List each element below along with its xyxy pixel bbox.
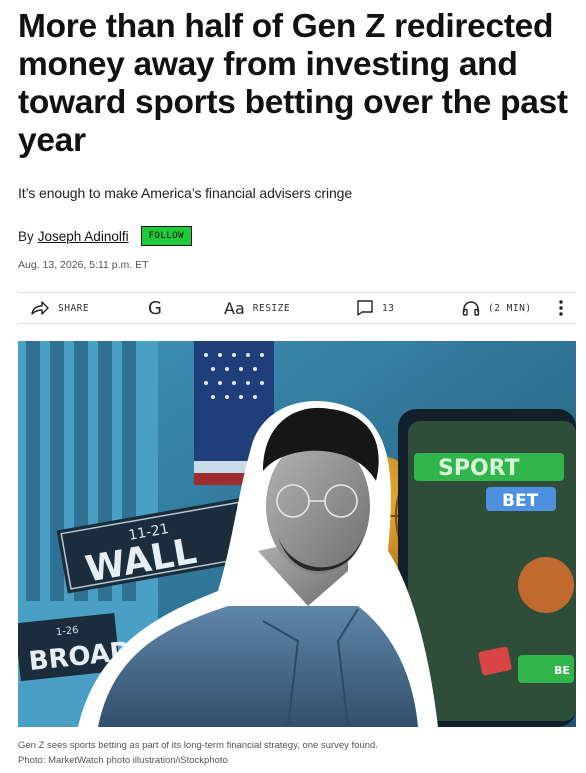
caption-text: Gen Z sees sports betting as part of its… — [18, 740, 378, 751]
more-options-button[interactable] — [556, 293, 566, 323]
phone-text-bet: BET — [502, 491, 539, 511]
comment-icon — [356, 299, 374, 317]
more-vertical-icon — [559, 300, 563, 316]
image-caption: Gen Z sees sports betting as part of its… — [18, 738, 378, 768]
listen-duration: (2 MIN) — [488, 302, 532, 314]
text-size-icon: Aa — [224, 298, 245, 318]
share-icon — [30, 300, 50, 316]
follow-button[interactable]: FOLLOW — [140, 226, 193, 246]
phone-text-sport: SPORT — [438, 456, 520, 481]
share-button[interactable]: SHARE — [30, 293, 89, 323]
phone-text-be: BE — [554, 664, 570, 677]
google-preferred-button[interactable]: G — [148, 293, 162, 323]
headphones-icon — [462, 300, 480, 316]
article-headline: More than half of Gen Z redirected money… — [18, 8, 568, 159]
caption-credit: Photo: MarketWatch photo illustration/iS… — [18, 755, 228, 766]
publish-timestamp: Aug. 13, 2026, 5:11 p.m. ET — [18, 259, 149, 271]
resize-label: RESIZE — [252, 302, 291, 314]
comments-count: 13 — [382, 302, 395, 314]
resize-button[interactable]: Aa RESIZE — [224, 293, 290, 323]
listen-button[interactable]: (2 MIN) — [462, 293, 532, 323]
article-subhead: It’s enough to make America’s financial … — [18, 185, 353, 201]
google-icon: G — [148, 297, 162, 319]
byline-prefix: By — [18, 228, 34, 244]
article-toolbar: SHARE G Aa RESIZE 13 (2 MIN) — [18, 292, 576, 324]
share-label: SHARE — [58, 302, 90, 314]
byline: By Joseph Adinolfi FOLLOW — [18, 225, 193, 247]
hero-image: SPORT BET BE 11-21 WALL 1-26 BROAD — [18, 341, 576, 727]
comments-button[interactable]: 13 — [356, 293, 394, 323]
author-link[interactable]: Joseph Adinolfi — [38, 229, 129, 244]
